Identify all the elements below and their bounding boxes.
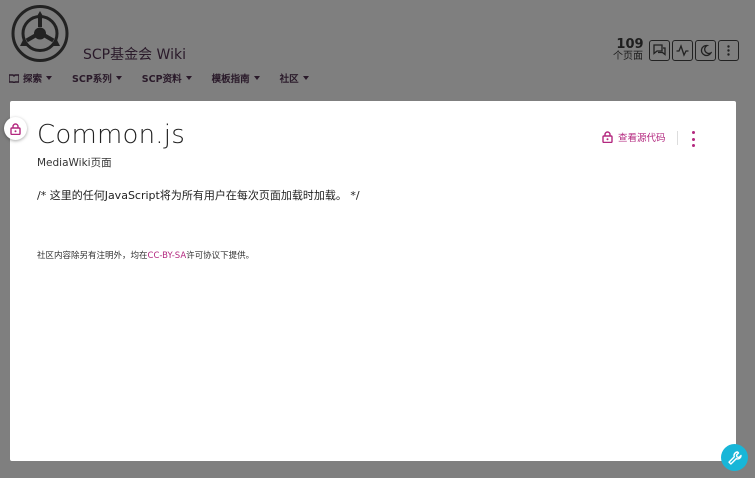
- pages-count-label: 个页面: [613, 51, 643, 62]
- license-suffix: 许可协议下提供。: [186, 251, 255, 261]
- nav-explore-label: 探索: [23, 74, 43, 85]
- activity-button[interactable]: [672, 40, 693, 61]
- page-title: Common.js: [37, 120, 185, 150]
- vertical-dots-icon: [727, 45, 730, 56]
- nav-scp-resources-label: SCP资料: [141, 74, 182, 85]
- book-icon: [9, 73, 19, 83]
- chevron-down-icon: [185, 76, 192, 80]
- header-tools: [647, 40, 739, 61]
- nav-templates[interactable]: 模板指南: [212, 70, 260, 86]
- page-content: /* 这里的任何JavaScript将为所有用户在每次页面加载时加载。 */: [37, 189, 360, 202]
- nav-scp-series[interactable]: SCP系列: [72, 70, 122, 86]
- chevron-down-icon: [46, 76, 53, 80]
- dot: [691, 144, 695, 147]
- lock-icon: [10, 122, 21, 135]
- view-source-button[interactable]: 查看源代码: [602, 130, 666, 144]
- license-link[interactable]: CC-BY-SA: [148, 251, 187, 261]
- lock-icon: [602, 131, 613, 143]
- more-options-button[interactable]: [718, 40, 739, 61]
- discussions-button[interactable]: [649, 40, 670, 61]
- nav-scp-resources[interactable]: SCP资料: [142, 70, 192, 86]
- chevron-down-icon: [253, 76, 260, 80]
- site-name[interactable]: SCP基金会 Wiki: [83, 44, 186, 64]
- page-actions-menu[interactable]: [688, 131, 698, 147]
- view-source-label: 查看源代码: [618, 133, 666, 144]
- moon-icon: [700, 44, 712, 57]
- license-notice: 社区内容除另有注明外，均在CC-BY-SA许可协议下提供。: [37, 249, 254, 261]
- activity-icon: [676, 44, 689, 57]
- protection-indicator[interactable]: [4, 117, 27, 140]
- license-prefix: 社区内容除另有注明外，均在: [37, 251, 148, 261]
- dark-mode-button[interactable]: [695, 40, 716, 61]
- tools-button[interactable]: [721, 444, 748, 471]
- dot: [691, 131, 695, 134]
- nav-community-label: 社区: [279, 74, 299, 85]
- discussions-icon: [653, 44, 666, 56]
- pages-count: 109 个页面: [604, 38, 644, 62]
- nav-templates-label: 模板指南: [211, 74, 250, 85]
- page-namespace: MediaWiki页面: [37, 157, 112, 169]
- dot: [691, 137, 695, 141]
- scp-logo[interactable]: [9, 5, 71, 62]
- wrench-icon: [727, 450, 742, 465]
- nav-scp-series-label: SCP系列: [72, 74, 112, 85]
- pages-count-number: 109: [616, 37, 644, 52]
- content-card: [10, 101, 736, 461]
- chevron-down-icon: [302, 76, 309, 80]
- nav-explore[interactable]: 探索: [9, 70, 53, 86]
- nav-community[interactable]: 社区: [280, 70, 309, 86]
- main-nav: 探索 SCP系列 SCP资料 模板指南 社区: [9, 70, 329, 86]
- chevron-down-icon: [115, 76, 122, 80]
- action-divider: [677, 131, 678, 145]
